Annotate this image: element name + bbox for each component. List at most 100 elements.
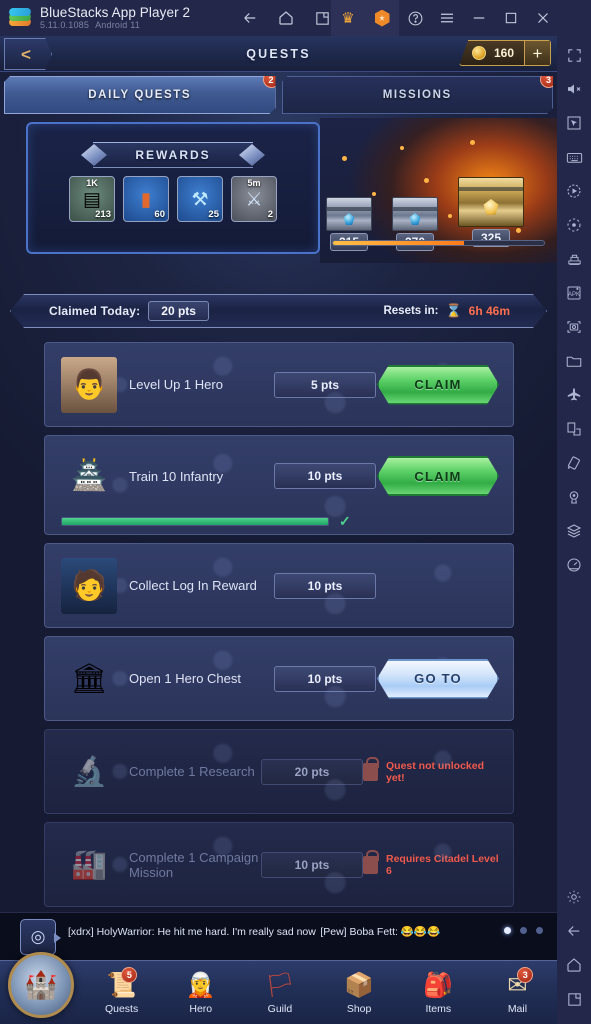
nav-shop[interactable]: 📦 Shop bbox=[320, 961, 399, 1024]
nav-hero[interactable]: 🧝 Hero bbox=[161, 961, 240, 1024]
nav-items[interactable]: 🎒 Items bbox=[399, 961, 478, 1024]
quest-points: 5 pts bbox=[274, 371, 376, 398]
screenshot-icon[interactable] bbox=[557, 310, 591, 344]
nav-shop-label: Shop bbox=[346, 1003, 372, 1015]
chat-line: [Pew] Boba Fett: 😂😂😂 bbox=[320, 926, 441, 938]
currency-bar[interactable]: 160 + bbox=[459, 40, 551, 66]
settings-gear-icon[interactable] bbox=[557, 880, 591, 914]
table-row[interactable]: 🏛 Open 1 Hero Chest 10 pts GO TO bbox=[44, 636, 514, 721]
quest-points: 20 pts bbox=[261, 758, 363, 785]
reward-item[interactable]: 1K ▤ 213 bbox=[69, 176, 115, 222]
claim-button[interactable]: CLAIM bbox=[377, 365, 499, 405]
table-row[interactable]: 👨 Level Up 1 Hero 5 pts CLAIM bbox=[44, 342, 514, 427]
svg-text:APK: APK bbox=[568, 292, 580, 298]
lock-icon bbox=[363, 756, 379, 781]
android-home-icon[interactable] bbox=[557, 948, 591, 982]
claim-button[interactable]: CLAIM bbox=[377, 456, 499, 496]
android-back-icon[interactable] bbox=[557, 914, 591, 948]
chest-progress-bar bbox=[332, 240, 545, 246]
resets-in-label: Resets in: bbox=[383, 305, 439, 317]
reward-item-qty: 2 bbox=[267, 209, 273, 220]
quest-name: Open 1 Hero Chest bbox=[129, 671, 242, 686]
quest-list: 👨 Level Up 1 Hero 5 pts CLAIM 🏯 Train 10… bbox=[44, 342, 514, 915]
game-screen: < QUESTS 160 + DAILY QUESTS 2 MISSIONS 3 bbox=[0, 36, 557, 1024]
chest-milestone-1[interactable]: 215 bbox=[326, 197, 372, 251]
shield-icon[interactable] bbox=[365, 0, 399, 36]
nav-guild[interactable]: 🏳 Guild bbox=[240, 961, 319, 1024]
back-button[interactable]: < bbox=[4, 38, 52, 70]
crown-icon[interactable]: ♛ bbox=[331, 0, 365, 36]
eco-mode-icon[interactable] bbox=[557, 242, 591, 276]
help-icon[interactable] bbox=[399, 2, 431, 34]
cursor-icon[interactable] bbox=[557, 106, 591, 140]
nav-mail[interactable]: ✉ Mail 3 bbox=[478, 961, 557, 1024]
chat-page-dots[interactable] bbox=[504, 927, 543, 934]
guild-banner-icon: 🏳 bbox=[264, 972, 296, 999]
reward-item-top-label: 1K bbox=[86, 178, 98, 188]
table-row[interactable]: 🏯 Train 10 Infantry 10 pts CLAIM ✓ bbox=[44, 435, 514, 535]
quest-points: 10 pts bbox=[274, 665, 376, 692]
back-icon[interactable] bbox=[234, 2, 266, 34]
quest-points: 10 pts bbox=[261, 851, 363, 878]
hero-icon: 🧝 bbox=[185, 972, 216, 999]
shop-chest-icon: 📦 bbox=[344, 972, 375, 999]
rewards-panel: REWARDS 1K ▤ 213 ▮ 60 ⚒ 25 5m ⚔ 2 bbox=[26, 122, 320, 254]
reward-item-qty: 213 bbox=[95, 209, 111, 220]
quest-name: Collect Log In Reward bbox=[129, 578, 257, 593]
tab-daily-quests-label: DAILY QUESTS bbox=[88, 89, 192, 101]
rewards-title-banner: REWARDS bbox=[65, 142, 281, 168]
quest-name: Complete 1 Campaign Mission bbox=[129, 849, 259, 880]
layers-icon[interactable] bbox=[557, 514, 591, 548]
barracks-building-icon: 🏯 bbox=[70, 460, 108, 492]
rotate-icon[interactable] bbox=[557, 412, 591, 446]
titlebar-nav-group bbox=[234, 2, 338, 34]
android-recents-icon[interactable] bbox=[557, 982, 591, 1016]
airplane-icon[interactable] bbox=[557, 378, 591, 412]
location-icon[interactable] bbox=[557, 480, 591, 514]
nav-items-label: Items bbox=[425, 1003, 452, 1015]
tab-missions[interactable]: MISSIONS 3 bbox=[282, 76, 554, 114]
install-apk-icon[interactable]: APK bbox=[557, 276, 591, 310]
macro-record-icon[interactable] bbox=[557, 174, 591, 208]
chest-milestones-panel[interactable]: 215 270 325 bbox=[320, 118, 557, 263]
quest-name: Level Up 1 Hero bbox=[129, 377, 223, 392]
lock-icon bbox=[363, 849, 379, 874]
goto-button[interactable]: GO TO bbox=[377, 659, 499, 699]
location-pin-icon[interactable]: ◎ bbox=[20, 919, 61, 955]
minimize-icon[interactable] bbox=[463, 2, 495, 34]
add-currency-button[interactable]: + bbox=[524, 41, 550, 65]
gold-coin-icon bbox=[472, 46, 486, 60]
citadel-button[interactable]: 🏰 bbox=[8, 952, 74, 1018]
reward-item[interactable]: 5m ⚔ 2 bbox=[231, 176, 277, 222]
mute-icon[interactable] bbox=[557, 72, 591, 106]
daily-status-bar: Claimed Today: 20 pts Resets in: ⌛ 6h 46… bbox=[10, 294, 547, 328]
table-row[interactable]: 🧑 Collect Log In Reward 10 pts bbox=[44, 543, 514, 628]
reward-item-qty: 60 bbox=[154, 209, 165, 220]
tab-daily-quests[interactable]: DAILY QUESTS 2 bbox=[4, 76, 276, 114]
chat-messages: [xdrx] HolyWarrior: He hit me hard. I'm … bbox=[68, 922, 440, 940]
chest-milestone-3[interactable]: 325 bbox=[458, 177, 524, 247]
nav-quests-label: Quests bbox=[104, 1003, 139, 1015]
gauge-icon[interactable] bbox=[557, 548, 591, 582]
bottom-navigation: 🏰 📜 Quests 5 🧝 Hero 🏳 Guild 📦 Shop 🎒 Ite… bbox=[0, 952, 557, 1024]
menu-icon[interactable] bbox=[431, 2, 463, 34]
maximize-icon[interactable] bbox=[495, 2, 527, 34]
keyboard-icon[interactable] bbox=[557, 140, 591, 174]
media-folder-icon[interactable] bbox=[557, 344, 591, 378]
fullscreen-icon[interactable] bbox=[557, 38, 591, 72]
quest-tabs: DAILY QUESTS 2 MISSIONS 3 bbox=[4, 76, 553, 114]
nav-quests[interactable]: 📜 Quests 5 bbox=[82, 961, 161, 1024]
home-icon[interactable] bbox=[270, 2, 302, 34]
quest-locked-message: Requires Citadel Level 6 bbox=[363, 849, 499, 877]
reward-item[interactable]: ▮ 60 bbox=[123, 176, 169, 222]
shake-icon[interactable] bbox=[557, 446, 591, 480]
resets-in-value: 6h 46m bbox=[468, 304, 510, 318]
quests-header: < QUESTS 160 + bbox=[0, 36, 557, 72]
nav-mail-badge: 3 bbox=[517, 967, 534, 983]
reward-item[interactable]: ⚒ 25 bbox=[177, 176, 223, 222]
chest-milestone-2[interactable]: 270 bbox=[392, 197, 438, 251]
close-icon[interactable] bbox=[527, 2, 559, 34]
speedup-item-icon: ▮ bbox=[140, 189, 152, 211]
chat-bar[interactable]: ◎ [xdrx] HolyWarrior: He hit me hard. I'… bbox=[0, 912, 557, 960]
script-icon[interactable] bbox=[557, 208, 591, 242]
